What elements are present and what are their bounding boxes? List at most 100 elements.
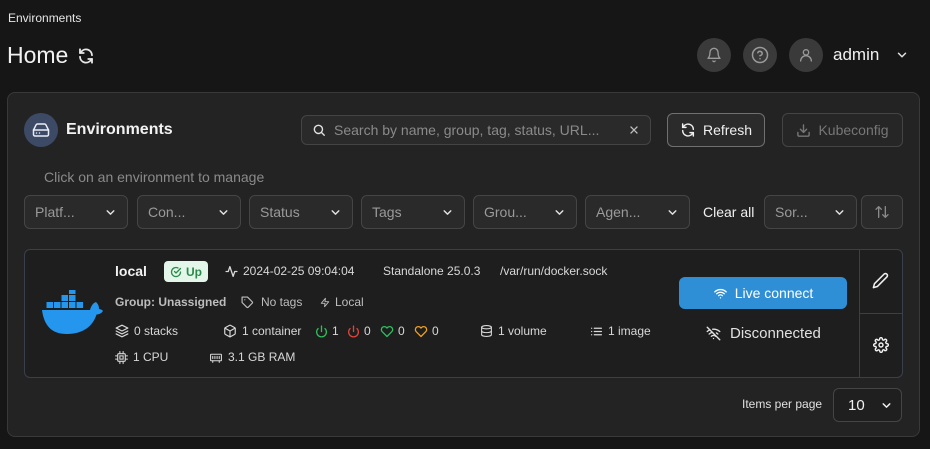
check-circle-icon (170, 266, 182, 278)
volumes-count: 1 volume (480, 324, 547, 338)
heartbeat-time: 2024-02-25 09:04:04 (243, 264, 355, 278)
search-icon (312, 123, 326, 137)
items-per-page-value: 10 (848, 396, 865, 414)
user-menu[interactable]: admin (789, 38, 909, 72)
zap-icon (320, 297, 330, 308)
cpu-text: 1 CPU (133, 350, 169, 364)
ram-amount: 3.1 GB RAM (209, 350, 295, 364)
refresh-page-icon[interactable] (77, 47, 95, 65)
edit-environment-button[interactable] (872, 272, 889, 289)
connection-text: Local (335, 295, 364, 309)
tags-text: No tags (261, 295, 303, 309)
clear-all-button[interactable]: Clear all (703, 204, 754, 220)
unhealthy-text: 0 (432, 324, 439, 338)
environment-type: Standalone 25.0.3 (383, 264, 481, 278)
status-text: Up (186, 264, 202, 279)
environment-url: /var/run/docker.sock (500, 264, 608, 278)
kubeconfig-label: Kubeconfig (818, 122, 889, 138)
kubeconfig-button[interactable]: Kubeconfig (782, 113, 903, 147)
connection-state: Disconnected (706, 325, 821, 342)
activity-icon (225, 265, 238, 278)
volumes-text: 1 volume (498, 324, 547, 338)
cpu-icon (115, 350, 128, 364)
items-per-page-label: Items per page (742, 397, 823, 411)
status-badge: Up (164, 261, 208, 282)
wifi-icon (713, 287, 728, 300)
chevron-down-icon (329, 206, 342, 219)
refresh-label: Refresh (702, 122, 753, 138)
user-name: admin (833, 45, 880, 64)
chevron-down-icon (666, 206, 679, 219)
page-title-row: Home (7, 42, 95, 69)
healthy-count: 0 (380, 324, 405, 338)
notifications-button[interactable] (697, 38, 731, 72)
power-icon (315, 324, 328, 338)
search-input[interactable] (334, 122, 620, 138)
help-button[interactable] (743, 38, 777, 72)
refresh-icon (680, 122, 696, 138)
chevron-down-icon (880, 399, 893, 412)
images-count: 1 image (590, 324, 651, 338)
filter-label: Con... (148, 204, 186, 220)
containers-text: 1 container (242, 324, 302, 338)
stacks-count: 0 stacks (115, 324, 178, 338)
heart-icon (414, 325, 428, 338)
sort-order-button[interactable] (861, 195, 903, 229)
download-icon (796, 123, 811, 138)
stopped-count: 0 (347, 324, 371, 338)
healthy-text: 0 (398, 324, 405, 338)
filter-label: Grou... (484, 204, 527, 220)
status-filter[interactable]: Status (249, 195, 353, 229)
chevron-down-icon (553, 206, 566, 219)
items-per-page-select[interactable]: 10 (833, 388, 902, 422)
avatar (789, 38, 823, 72)
list-icon (590, 325, 603, 338)
database-icon (480, 324, 493, 338)
help-circle-icon (751, 46, 769, 64)
connection-state-text: Disconnected (730, 325, 821, 342)
filter-label: Platf... (35, 204, 75, 220)
manage-hint: Click on an environment to manage (44, 169, 265, 185)
images-text: 1 image (608, 324, 651, 338)
live-connect-button[interactable]: Live connect (679, 277, 847, 309)
environment-settings-button[interactable] (873, 337, 889, 353)
box-icon (223, 324, 237, 338)
tag-icon (241, 295, 254, 309)
filter-label: Status (260, 204, 300, 220)
page-title: Home (7, 42, 69, 68)
breadcrumb[interactable]: Environments (8, 11, 81, 25)
sort-arrows-icon (874, 204, 890, 220)
chevron-down-icon (441, 206, 454, 219)
gear-icon (873, 337, 889, 353)
stopped-text: 0 (364, 324, 371, 338)
docker-logo-icon (41, 290, 103, 336)
environment-tags: No tags (241, 295, 302, 309)
heart-icon (380, 325, 394, 338)
refresh-button[interactable]: Refresh (667, 113, 765, 147)
chevron-down-icon (217, 206, 230, 219)
filter-label: Tags (372, 204, 402, 220)
power-off-icon (347, 324, 360, 338)
memory-icon (209, 351, 223, 364)
environment-name: local (115, 263, 147, 279)
tags-filter[interactable]: Tags (361, 195, 465, 229)
sort-label: Sor... (775, 204, 808, 220)
environment-connection: Local (320, 295, 364, 309)
clear-search-icon[interactable] (628, 124, 640, 136)
running-count: 1 (315, 324, 339, 338)
cpu-count: 1 CPU (115, 350, 168, 364)
heartbeat: 2024-02-25 09:04:04 (225, 264, 354, 278)
live-connect-label: Live connect (734, 285, 814, 301)
platform-filter[interactable]: Platf... (24, 195, 128, 229)
chevron-down-icon (833, 206, 846, 219)
environment-group: Group: Unassigned (115, 295, 227, 309)
unhealthy-count: 0 (414, 324, 439, 338)
sort-select[interactable]: Sor... (764, 195, 857, 229)
stacks-text: 0 stacks (134, 324, 179, 338)
connection-filter[interactable]: Con... (137, 195, 241, 229)
agent-filter[interactable]: Agen... (585, 195, 690, 229)
groups-filter[interactable]: Grou... (473, 195, 577, 229)
wifi-off-icon (706, 326, 721, 341)
search-box[interactable] (301, 115, 651, 145)
running-text: 1 (332, 324, 339, 338)
